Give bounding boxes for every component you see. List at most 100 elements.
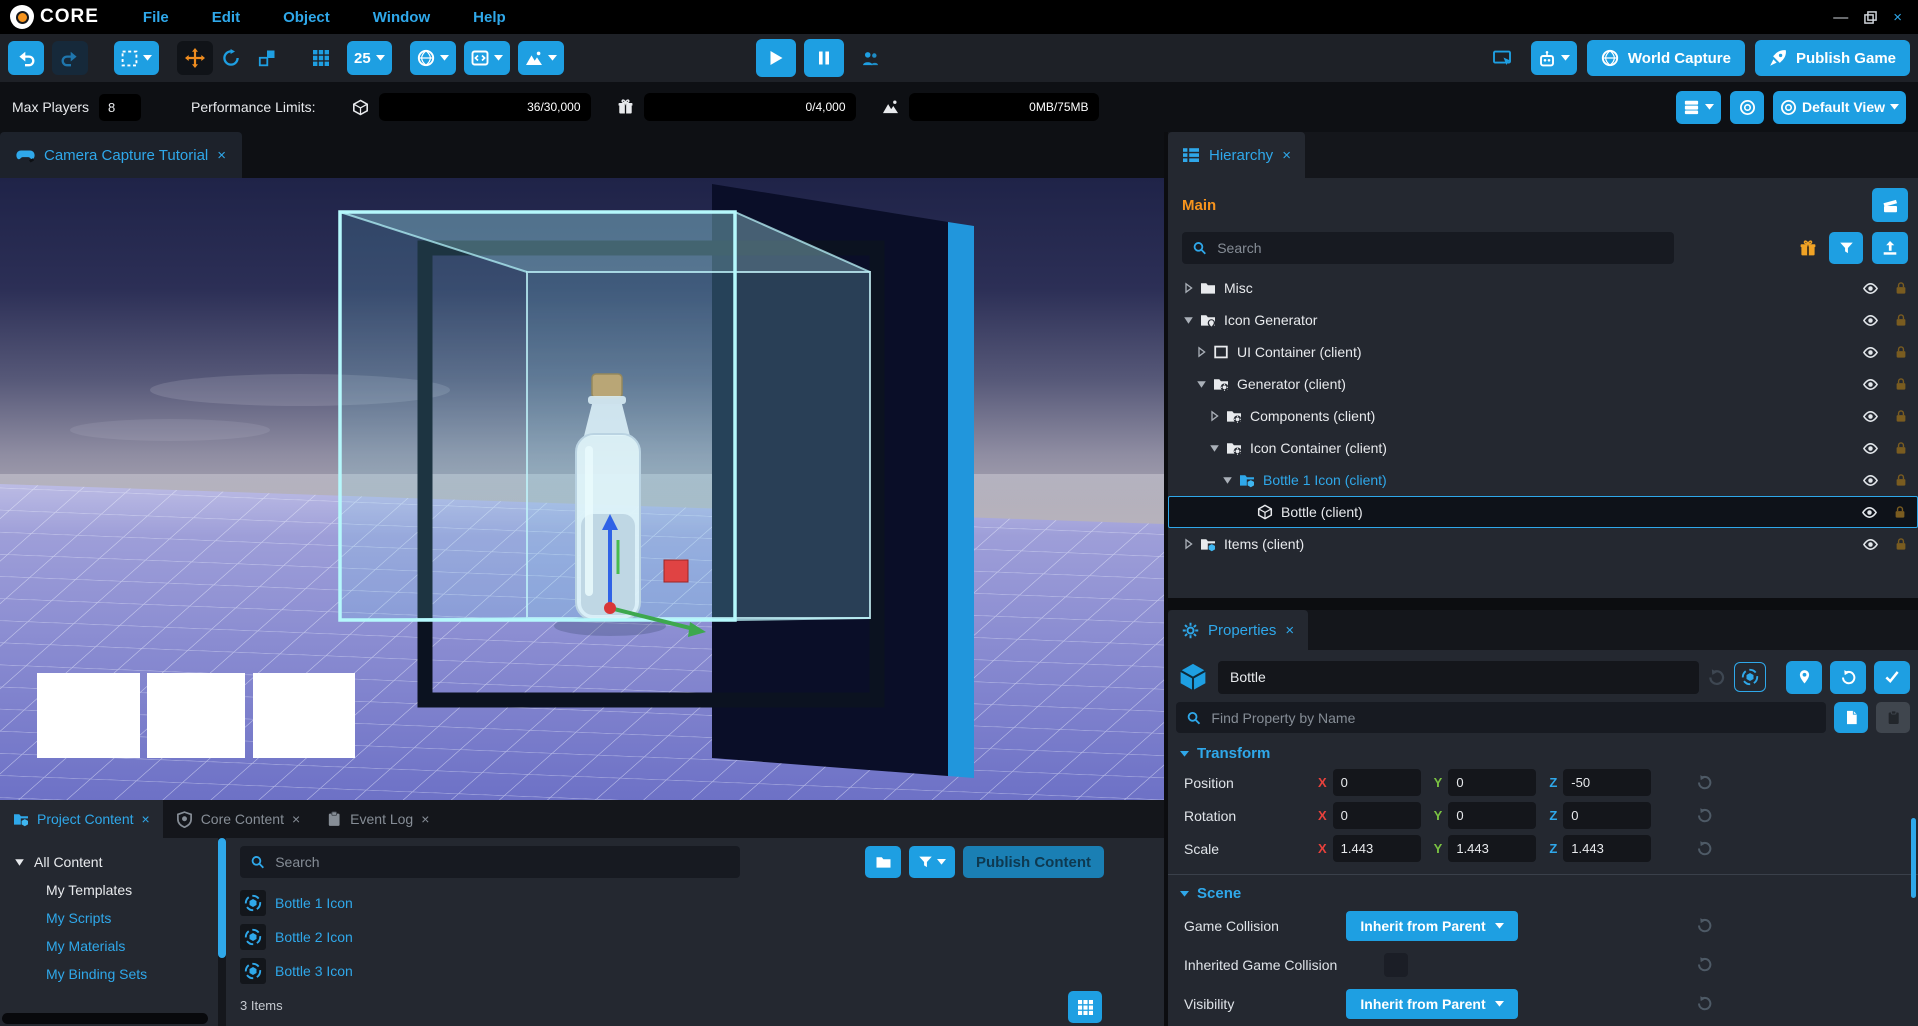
view-layout-dropdown[interactable] [1676,91,1721,124]
lock-icon[interactable] [1894,473,1908,487]
content-scrollbar-thumb[interactable] [218,838,226,958]
lock-icon[interactable] [1894,409,1908,423]
hierarchy-row-items[interactable]: Items (client) [1168,528,1918,560]
expand-arrow-icon[interactable] [1181,282,1195,294]
terrain-dropdown[interactable] [518,41,564,75]
script-dropdown[interactable] [464,41,510,75]
visibility-eye-icon[interactable] [1862,440,1879,457]
scale-z-input[interactable] [1563,835,1651,862]
visibility-eye-icon[interactable] [1862,376,1879,393]
sidebar-item-my-templates[interactable]: My Templates [0,876,218,904]
undo-button[interactable] [8,41,44,75]
scale-y-input[interactable] [1448,835,1536,862]
snap-focus-button[interactable] [1730,91,1764,124]
lock-icon[interactable] [1894,377,1908,391]
visibility-eye-icon[interactable] [1862,408,1879,425]
close-tab-icon[interactable]: × [421,811,429,827]
inherited-game-collision-checkbox[interactable] [1384,953,1408,977]
select-tool-dropdown[interactable] [114,41,159,75]
sidebar-item-my-materials[interactable]: My Materials [0,932,218,960]
lock-icon[interactable] [1894,537,1908,551]
lock-icon[interactable] [1894,281,1908,295]
visibility-eye-icon[interactable] [1862,312,1879,329]
sidebar-item-my-binding-sets[interactable]: My Binding Sets [0,960,218,988]
menu-window[interactable]: Window [373,9,430,26]
close-tab-icon[interactable]: × [217,148,226,163]
3d-scene[interactable] [0,178,1164,800]
reset-properties-button[interactable] [1830,661,1866,694]
3d-viewport-canvas[interactable] [0,178,1164,800]
position-x-input[interactable] [1333,769,1421,796]
world-mode-dropdown[interactable] [410,41,456,75]
visibility-eye-icon[interactable] [1862,472,1879,489]
scale-x-input[interactable] [1333,835,1421,862]
sidebar-item-all-content[interactable]: All Content [0,848,218,876]
reset-row-icon[interactable] [1696,840,1713,857]
reset-row-icon[interactable] [1696,995,1713,1012]
paste-properties-button[interactable] [1876,702,1910,733]
section-collapse-icon[interactable] [1180,751,1189,757]
rotation-x-input[interactable] [1333,802,1421,829]
hierarchy-search-input[interactable] [1215,239,1664,257]
scene-name[interactable]: Main [1182,197,1216,214]
hierarchy-row-bottle-1-icon[interactable]: Bottle 1 Icon (client) [1168,464,1918,496]
pause-button[interactable] [804,39,844,77]
collapse-arrow-icon[interactable] [1220,474,1234,486]
hierarchy-row-bottle-selected[interactable]: Bottle (client) [1168,496,1918,528]
property-search-input[interactable] [1209,709,1816,727]
game-collision-dropdown[interactable]: Inherit from Parent [1346,911,1518,941]
menu-file[interactable]: File [143,9,169,26]
close-icon[interactable]: × [1893,10,1902,25]
lock-icon[interactable] [1894,441,1908,455]
scale-tool-button[interactable] [249,41,285,75]
max-players-input[interactable] [99,94,141,121]
section-scene[interactable]: Scene [1168,877,1918,906]
list-item-bottle-1-icon[interactable]: Bottle 1 Icon [240,886,1164,920]
property-search[interactable] [1176,702,1826,733]
move-tool-button[interactable] [177,41,213,75]
lock-icon[interactable] [1894,313,1908,327]
properties-scrollbar[interactable] [1911,818,1916,898]
find-in-scene-button[interactable] [1786,661,1822,694]
position-z-input[interactable] [1563,769,1651,796]
hierarchy-row-components[interactable]: Components (client) [1168,400,1918,432]
close-tab-icon[interactable]: × [1282,148,1291,163]
expand-arrow-icon[interactable] [14,856,25,868]
reset-row-icon[interactable] [1696,807,1713,824]
tab-hierarchy[interactable]: Hierarchy × [1168,132,1305,178]
screen-share-icon[interactable] [1485,41,1521,75]
play-button[interactable] [756,39,796,77]
expand-arrow-icon[interactable] [1194,346,1208,358]
multiplayer-preview-icon[interactable] [852,41,888,75]
tab-project-content[interactable]: Project Content × [0,800,163,838]
object-name-input[interactable] [1218,661,1699,694]
capture-slate-button[interactable] [1872,188,1908,222]
section-transform[interactable]: Transform [1168,737,1918,766]
rotation-z-input[interactable] [1563,802,1651,829]
hierarchy-search[interactable] [1182,232,1674,264]
list-item-bottle-3-icon[interactable]: Bottle 3 Icon [240,954,1164,988]
collapse-arrow-icon[interactable] [1181,314,1195,326]
reset-row-icon[interactable] [1696,956,1713,973]
hierarchy-row-ui-container[interactable]: UI Container (client) [1168,336,1918,368]
visibility-dropdown[interactable]: Inherit from Parent [1346,989,1518,1019]
minimize-icon[interactable]: — [1833,10,1848,25]
reset-row-icon[interactable] [1696,774,1713,791]
red-cube-prop[interactable] [664,560,688,582]
visibility-eye-icon[interactable] [1862,344,1879,361]
bot-capture-dropdown[interactable] [1531,41,1577,75]
visibility-eye-icon[interactable] [1862,536,1879,553]
publish-game-button[interactable]: Publish Game [1755,40,1910,76]
export-upload-button[interactable] [1872,232,1908,264]
visibility-eye-icon[interactable] [1861,504,1878,521]
close-tab-icon[interactable]: × [142,811,150,827]
gift-icon[interactable] [1799,240,1817,257]
menu-help[interactable]: Help [473,9,506,26]
filter-dropdown[interactable] [909,846,955,878]
hierarchy-filter-button[interactable] [1829,232,1863,264]
template-state-icon[interactable] [1734,662,1766,692]
world-capture-button[interactable]: World Capture [1587,40,1745,76]
section-collapse-icon[interactable] [1180,891,1189,897]
hierarchy-row-generator[interactable]: Generator (client) [1168,368,1918,400]
copy-properties-button[interactable] [1834,702,1868,733]
